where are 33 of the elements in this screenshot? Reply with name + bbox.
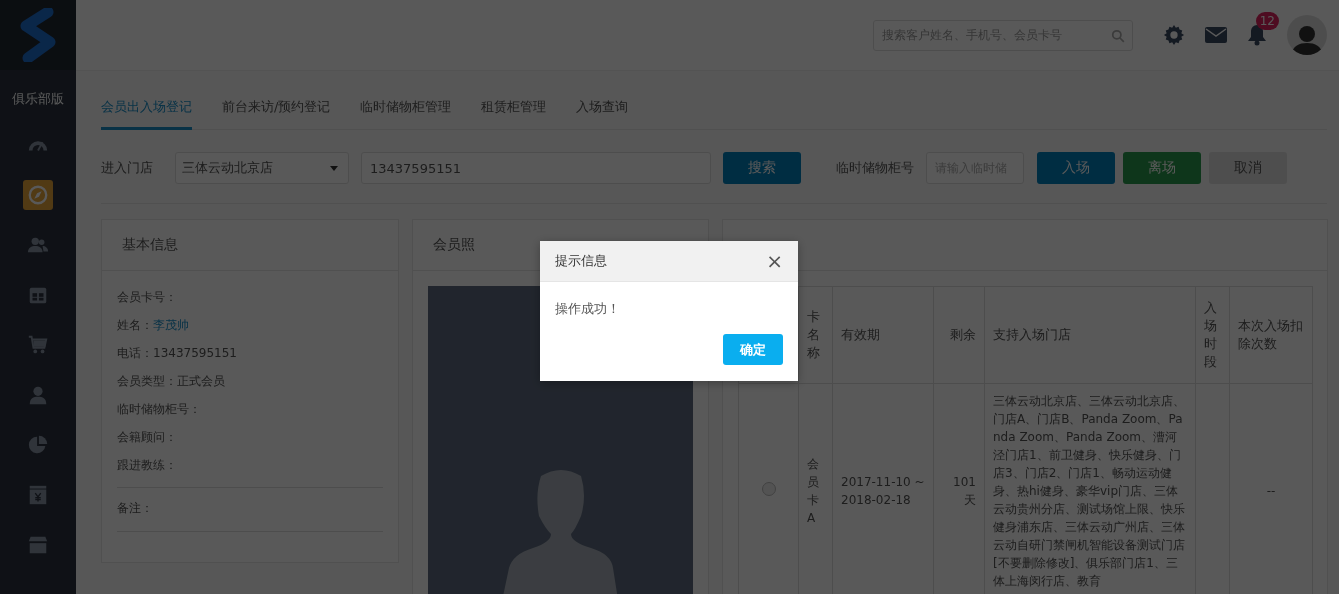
- caret-icon: [330, 165, 338, 171]
- avatar[interactable]: [1287, 15, 1327, 55]
- notification-badge: 12: [1255, 12, 1279, 30]
- confirm-button[interactable]: 确定: [723, 334, 783, 365]
- query-field[interactable]: 13437595151: [361, 152, 711, 184]
- column-header: 本次入场扣除次数: [1229, 286, 1313, 384]
- cart-icon: [27, 334, 49, 356]
- yen-box-icon: [27, 484, 49, 506]
- column-header: 剩余: [933, 286, 985, 384]
- settings-icon[interactable]: [1163, 24, 1185, 46]
- dialog-title: 提示信息: [555, 252, 607, 270]
- action-button[interactable]: 离场: [1123, 152, 1201, 184]
- mail-icon[interactable]: [1205, 26, 1227, 44]
- close-button[interactable]: ×: [766, 251, 783, 271]
- info-line: 电话：13437595151: [117, 345, 238, 362]
- search-button[interactable]: 搜索: [723, 152, 801, 184]
- name-link[interactable]: 李茂帅: [153, 318, 189, 332]
- column-header: 有效期: [832, 286, 934, 384]
- panel-title: 基本信息: [102, 220, 398, 271]
- logo-icon: [18, 8, 58, 62]
- search-icon: [1111, 28, 1125, 43]
- bell-icon[interactable]: [1247, 24, 1267, 46]
- pie-chart-icon: [27, 434, 49, 456]
- sidebar-item[interactable]: [23, 180, 53, 210]
- column-header: 入场时段: [1195, 286, 1230, 384]
- user-icon: [27, 384, 49, 406]
- dialog-message: 操作成功！: [554, 300, 621, 318]
- tab[interactable]: 会员出入场登记: [101, 94, 192, 130]
- store-icon: [27, 534, 49, 556]
- compass-icon: [27, 184, 49, 206]
- remark-label: 备注：: [117, 501, 153, 515]
- action-button[interactable]: 入场: [1037, 152, 1115, 184]
- brand-label: 俱乐部版: [12, 90, 64, 108]
